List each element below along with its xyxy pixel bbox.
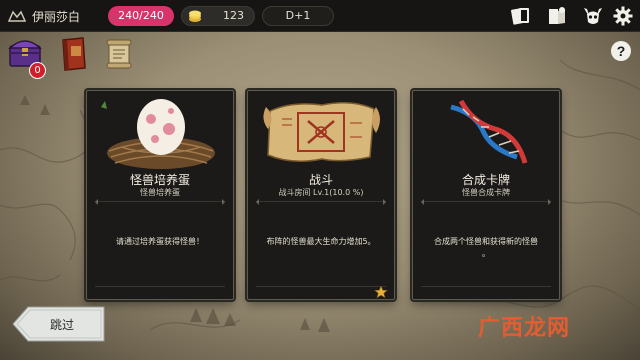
card-body: 合成两个怪兽和获得新的怪兽 。 [421, 199, 551, 287]
card-description: 布阵的怪兽最大生命力增加5。 [266, 237, 376, 246]
card-subtitle: 怪兽合成卡牌 [462, 188, 510, 197]
settings-gear-icon[interactable] [612, 5, 634, 27]
top-bar: 伊丽莎白 240/240 123 D+1 [0, 0, 640, 32]
battle-scroll-icon [263, 102, 380, 162]
card-description-dot: 。 [482, 249, 490, 258]
demon-skull-icon[interactable] [582, 5, 604, 27]
dna-helix-icon [450, 99, 528, 164]
card-description: 请通过培养蛋获得怪兽！ [116, 237, 204, 246]
star-icon [374, 285, 388, 299]
monster-egg-nest-icon [101, 99, 215, 169]
skip-label: 跳过 [50, 318, 75, 332]
watermark: 广西龙网 [478, 316, 571, 341]
hp-counter: 240/240 [108, 6, 174, 26]
gold-value: 123 [223, 9, 244, 22]
player-name: 伊丽莎白 [32, 10, 81, 24]
book-menu-icon[interactable] [546, 5, 568, 27]
card-title: 战斗 [308, 173, 333, 187]
day-counter: D+1 [262, 6, 334, 26]
cards-icon[interactable] [510, 5, 532, 27]
gold-counter: 123 [181, 6, 255, 26]
card-monster-egg[interactable]: 怪兽培养蛋 怪兽培养蛋 请通过培养蛋获得怪兽！ [86, 90, 234, 300]
help-button[interactable]: ? [611, 41, 631, 61]
chest-count-badge: 0 [29, 62, 46, 79]
card-description: 合成两个怪兽和获得新的怪兽 [434, 237, 538, 246]
player-crest-icon [8, 10, 26, 22]
skip-button[interactable]: 跳过 [12, 306, 106, 342]
card-title: 怪兽培养蛋 [129, 173, 190, 187]
card-subtitle: 战斗房间 Lv.1(10.0 %) [278, 188, 364, 197]
card-subtitle: 怪兽培养蛋 [140, 188, 180, 197]
monster-book-icon[interactable] [57, 36, 91, 72]
card-body: 请通过培养蛋获得怪兽！ [95, 199, 225, 287]
gold-coins-icon [189, 10, 201, 22]
card-title: 合成卡牌 [461, 173, 510, 187]
card-battle[interactable]: 战斗 战斗房间 Lv.1(10.0 %) 布阵的怪兽最大生命力增加5。 [247, 90, 395, 300]
quest-scroll-icon[interactable] [104, 38, 134, 70]
card-synthesis[interactable]: 合成卡牌 怪兽合成卡牌 合成两个怪兽和获得新的怪兽 。 [412, 90, 560, 300]
card-body: 布阵的怪兽最大生命力增加5。 [256, 199, 386, 287]
